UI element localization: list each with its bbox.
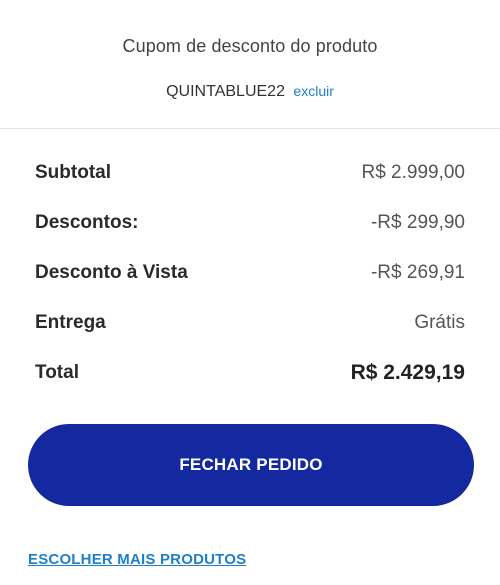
total-row: Total R$ 2.429,19: [35, 348, 465, 398]
total-label: Total: [35, 362, 79, 383]
delivery-label: Entrega: [35, 312, 106, 333]
continue-shopping-link[interactable]: ESCOLHER MAIS PRODUTOS: [28, 551, 246, 568]
coupon-code: QUINTABLUE22: [166, 83, 285, 100]
applied-coupon: QUINTABLUE22 excluir: [0, 83, 500, 101]
remove-coupon-link[interactable]: excluir: [293, 83, 333, 99]
delivery-row: Entrega Grátis: [35, 298, 465, 348]
checkout-button[interactable]: FECHAR PEDIDO: [28, 424, 474, 506]
subtotal-row: Subtotal R$ 2.999,00: [35, 148, 465, 198]
order-summary: Subtotal R$ 2.999,00 Descontos: -R$ 299,…: [35, 148, 465, 398]
cash-discount-row: Desconto à Vista -R$ 269,91: [35, 248, 465, 298]
delivery-value: Grátis: [414, 312, 465, 333]
discounts-label: Descontos:: [35, 212, 139, 233]
cart-summary-page: Cupom de desconto do produto QUINTABLUE2…: [0, 0, 500, 585]
coupon-section-title: Cupom de desconto do produto: [122, 36, 378, 56]
discounts-value: -R$ 299,90: [370, 212, 465, 233]
discounts-row: Descontos: -R$ 299,90: [35, 198, 465, 248]
cash-discount-label: Desconto à Vista: [35, 262, 188, 283]
divider: [0, 128, 500, 129]
subtotal-label: Subtotal: [35, 162, 111, 183]
cash-discount-value: -R$ 269,91: [370, 262, 465, 283]
total-value: R$ 2.429,19: [350, 361, 465, 384]
subtotal-value: R$ 2.999,00: [361, 162, 465, 183]
